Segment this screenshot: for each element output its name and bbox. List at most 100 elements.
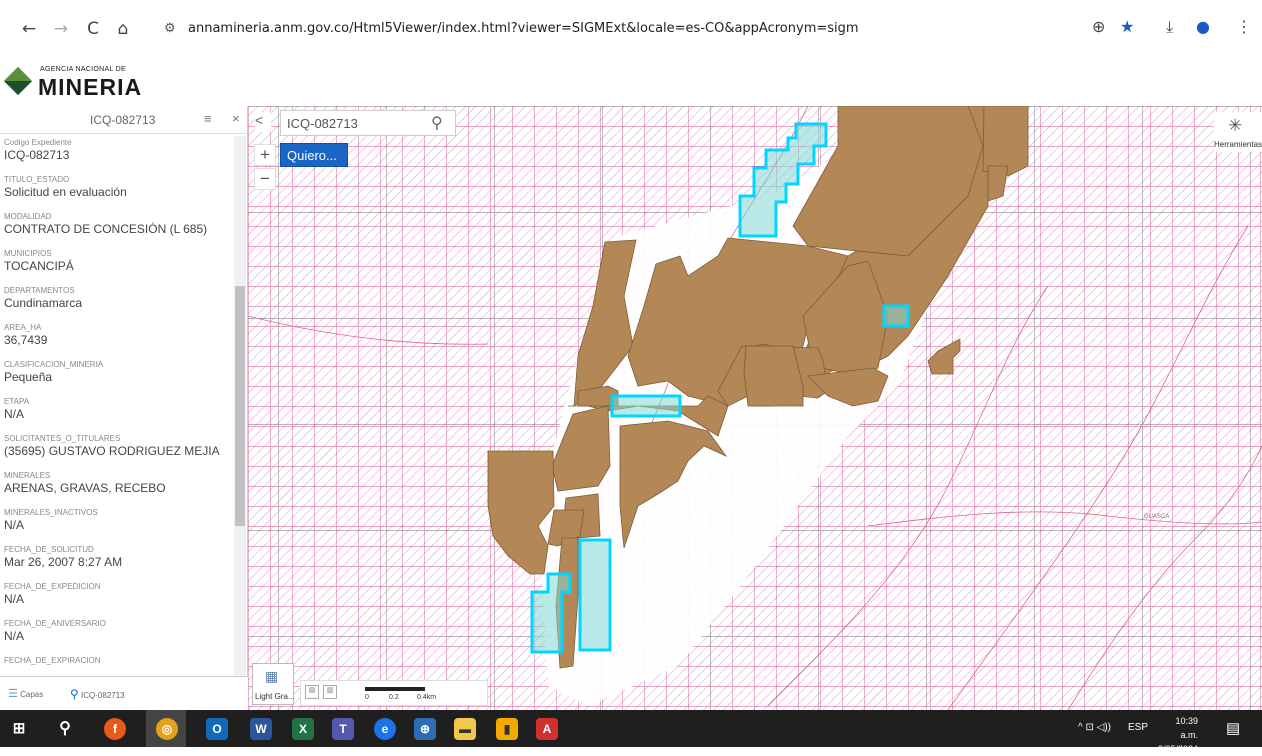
address-bar[interactable]: ⚙ annamineria.anm.gov.co/Html5Viewer/ind…: [156, 14, 1146, 44]
language-indicator[interactable]: ESP: [1128, 722, 1148, 733]
attribute-value: ICQ-082713: [4, 148, 70, 162]
panel-menu-icon[interactable]: ≡: [204, 111, 212, 126]
attribute-label: SOLICITANTES_O_TITULARES: [4, 434, 121, 443]
clock-time: 10:39 a.m.: [1175, 716, 1198, 740]
windows-taskbar: ⊞ ⚲ f ◎ O W X T e ⊕ ▬ ▮ A ^ ⊡ ◁)) ESP 10…: [0, 710, 1262, 754]
attribute-value: Solicitud en evaluación: [4, 185, 127, 199]
attribute-field: ETAPA N/A: [0, 397, 232, 434]
basemap-switcher[interactable]: ▦ Light Gra...: [252, 663, 295, 705]
attribute-value: ARENAS, GRAVAS, RECEBO: [4, 481, 166, 495]
site-info-icon[interactable]: ⚙: [164, 20, 176, 36]
map-search-box[interactable]: ⚲: [280, 110, 456, 136]
attribute-field: CLASIFICACION_MINERIA Pequeña: [0, 360, 232, 397]
zoom-in-button[interactable]: +: [254, 144, 276, 166]
attribute-label: MODALIDAD: [4, 212, 52, 221]
notifications-icon[interactable]: ▤: [1226, 719, 1240, 737]
attribute-label: FECHA_DE_SOLICITUD: [4, 545, 94, 554]
overview-icon[interactable]: ▤: [305, 685, 319, 699]
outlook-icon[interactable]: O: [206, 718, 228, 740]
map-search-input[interactable]: [287, 114, 427, 132]
attribute-field: SOLICITANTES_O_TITULARES (35695) GUSTAVO …: [0, 434, 232, 471]
panel-close-icon[interactable]: ×: [232, 111, 240, 126]
attribute-value: N/A: [4, 629, 25, 643]
attribute-label: FECHA_DE_EXPIRACION: [4, 656, 101, 665]
attribute-field: AREA_HA 36,7439: [0, 323, 232, 360]
results-panel: ICQ-082713 ≡ × Codigo Expediente ICQ-0827…: [0, 106, 248, 710]
reload-button[interactable]: C: [82, 18, 104, 40]
search-icon[interactable]: ⚲: [431, 113, 443, 133]
basemap-icon: ▦: [265, 668, 279, 684]
browser-menu-icon[interactable]: ⋮: [1236, 17, 1252, 36]
attribute-value: N/A: [4, 518, 25, 532]
attribute-field: DEPARTAMENTOS Cundinamarca: [0, 286, 232, 323]
collapse-panel-button[interactable]: <: [255, 112, 271, 132]
scale-label-2: 0.4km: [417, 694, 437, 701]
powerbi-icon[interactable]: ▮: [496, 718, 518, 740]
attribute-label: MINERALES: [4, 471, 51, 480]
scale-label-0: 0: [365, 694, 369, 701]
attribute-label: TITULO_ESTADO: [4, 175, 70, 184]
quiero-button[interactable]: Quiero...: [280, 143, 348, 167]
attribute-field: TITULO_ESTADO Solicitud en evaluación: [0, 175, 232, 212]
maps-app-icon[interactable]: ⊕: [414, 718, 436, 740]
attribute-field: MODALIDAD CONTRATO DE CONCESIÓN (L 685): [0, 212, 232, 249]
excel-icon[interactable]: X: [292, 718, 314, 740]
attribute-value: N/A: [4, 407, 25, 421]
chrome-icon[interactable]: ◎: [156, 718, 178, 740]
attribute-value: Pequeña: [4, 370, 53, 384]
attribute-label: AREA_HA: [4, 323, 42, 332]
browser-icon[interactable]: e: [374, 718, 396, 740]
windows-start-icon[interactable]: ⊞: [8, 718, 30, 740]
forward-button[interactable]: →: [50, 18, 72, 40]
attribute-label: DEPARTAMENTOS: [4, 286, 75, 295]
zoom-icon[interactable]: ⊕: [1092, 17, 1105, 36]
panel-scroll-thumb[interactable]: [235, 286, 245, 526]
attribute-field: MUNICIPIOS TOCANCIPÁ: [0, 249, 232, 286]
attribute-field: FECHA_DE_EXPEDICION N/A: [0, 582, 232, 619]
site-header: AGENCIA NACIONAL DE MINERIA: [0, 58, 1262, 106]
attribute-field: MINERALES_INACTIVOS N/A: [0, 508, 232, 545]
teams-icon[interactable]: T: [332, 718, 354, 740]
attribute-value: TOCANCIPÁ: [4, 259, 74, 273]
panel-footer: ☰ Capas ⚲ ICQ-082713: [0, 676, 248, 710]
map-canvas[interactable]: GUASCA: [248, 106, 1262, 710]
attribute-field: FECHA_DE_ANIVERSARIO N/A: [0, 619, 232, 656]
url-text[interactable]: annamineria.anm.gov.co/Html5Viewer/index…: [188, 21, 859, 36]
firefox-icon[interactable]: f: [104, 718, 126, 740]
attribute-field: FECHA_DE_SOLICITUD Mar 26, 2007 8:27 AM: [0, 545, 232, 582]
attribute-label: MINERALES_INACTIVOS: [4, 508, 98, 517]
word-icon[interactable]: W: [250, 718, 272, 740]
attribute-value: Cundinamarca: [4, 296, 83, 310]
attribute-value: N/A: [4, 592, 25, 606]
agency-logo-icon: [3, 66, 33, 96]
search-taskbar-icon[interactable]: ⚲: [54, 718, 76, 740]
attribute-label: FECHA_DE_EXPEDICION: [4, 582, 101, 591]
attribute-label: FECHA_DE_ANIVERSARIO: [4, 619, 106, 628]
download-icon[interactable]: ⤓: [1166, 17, 1173, 37]
map-layers[interactable]: GUASCA: [248, 106, 1262, 710]
scale-bar: ▤ ▥ 0 0.2 0.4km: [300, 680, 488, 706]
search-results-tab[interactable]: ⚲ ICQ-082713: [70, 687, 125, 701]
bookmark-star-icon[interactable]: ★: [1120, 17, 1134, 36]
home-button[interactable]: ⌂: [112, 18, 134, 40]
scale-toggle-icon[interactable]: ▥: [323, 685, 337, 699]
clock[interactable]: 10:39 a.m. 8/05/2024: [1156, 714, 1198, 756]
tools-icon: ✳: [1228, 116, 1243, 135]
attribute-field: FECHA_DE_EXPIRACION: [0, 656, 232, 678]
tools-label: Herramientas: [1214, 140, 1262, 149]
layers-tab[interactable]: ☰ Capas: [8, 687, 43, 700]
attribute-label: CLASIFICACION_MINERIA: [4, 360, 104, 369]
acrobat-icon[interactable]: A: [536, 718, 558, 740]
back-button[interactable]: ←: [18, 18, 40, 40]
scale-line: [365, 687, 425, 691]
attribute-label: Codigo Expediente: [4, 138, 72, 147]
tools-button[interactable]: ✳ Herramientas: [1214, 112, 1262, 152]
system-tray-icons[interactable]: ^ ⊡ ◁)): [1078, 722, 1111, 733]
attribute-value: CONTRATO DE CONCESIÓN (L 685): [4, 222, 208, 236]
profile-icon[interactable]: ●: [1196, 17, 1210, 36]
zoom-out-button[interactable]: −: [254, 168, 276, 190]
attribute-value: Mar 26, 2007 8:27 AM: [4, 555, 123, 569]
attribute-list: Codigo Expediente ICQ-082713 TITULO_ESTADO…: [0, 138, 232, 678]
file-explorer-icon[interactable]: ▬: [454, 718, 476, 740]
attribute-value: (35695) GUSTAVO RODRIGUEZ MEJIA: [4, 444, 220, 458]
